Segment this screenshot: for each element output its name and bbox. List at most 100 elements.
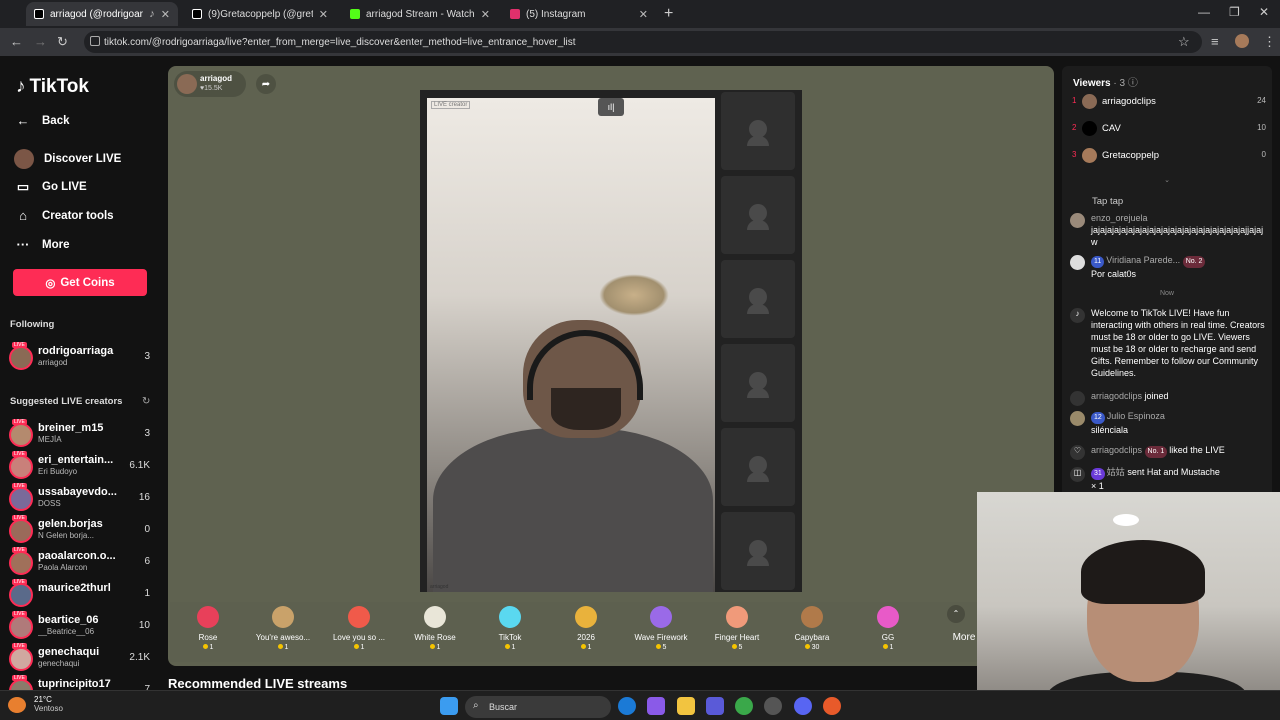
gift-price: 1 — [476, 644, 544, 651]
chat-text: Por calat0s — [1091, 269, 1137, 279]
following-item[interactable]: LIVE rodrigoarriaga arriagod 3 — [9, 342, 154, 375]
teams-icon[interactable] — [706, 697, 724, 715]
chevron-down-icon[interactable]: ⌄ — [1062, 176, 1272, 184]
gift-white-rose[interactable]: White Rose 1 — [401, 604, 469, 651]
viewer-row[interactable]: 2 CAV 10 — [1072, 121, 1268, 137]
close-icon[interactable]: ✕ — [481, 8, 490, 21]
reload-icon[interactable]: ↻ — [57, 34, 68, 50]
gift-capybara[interactable]: Capybara 30 — [778, 604, 846, 651]
stream-video[interactable]: LIVE creator arriagod — [427, 98, 715, 592]
chat-user[interactable]: arriagodclips — [1091, 391, 1142, 401]
suggested-item[interactable]: LIVE paoalarcon.o... Paola Alarcon 6 — [9, 547, 154, 580]
close-icon[interactable]: ✕ — [161, 8, 170, 21]
chat-user[interactable]: 姑姑 — [1107, 467, 1125, 477]
gift-price: 5 — [627, 644, 695, 651]
guest-slot[interactable] — [721, 512, 795, 590]
settings-app-icon[interactable] — [764, 697, 782, 715]
gift-youre-awesome[interactable]: You're aweso... 1 — [249, 604, 317, 651]
gift-love-you[interactable]: Love you so ... 1 — [325, 604, 393, 651]
reading-list-icon[interactable]: ≡ — [1211, 34, 1219, 49]
guest-slot[interactable] — [721, 92, 795, 170]
menu-dots-icon[interactable]: ⋮ — [1263, 34, 1276, 50]
gift-wave-firework[interactable]: Wave Firework 5 — [627, 604, 695, 651]
speaker-icon[interactable]: ♪ — [149, 8, 155, 20]
guest-slot[interactable] — [721, 176, 795, 254]
nav-go-live[interactable]: ▭ Go LIVE — [14, 179, 87, 195]
maximize-icon[interactable]: ❐ — [1229, 5, 1240, 19]
chat-user[interactable]: enzo_orejuela — [1091, 212, 1266, 224]
suggested-item[interactable]: LIVE breiner_m15 MEJÍA 3 — [9, 419, 154, 452]
close-window-icon[interactable]: ✕ — [1259, 5, 1269, 19]
suggested-item[interactable]: LIVE beartice_06 __Beatrice__06 10 — [9, 611, 154, 644]
suggested-item[interactable]: LIVE tuprincipito17 7 — [9, 675, 154, 690]
nav-creator-tools[interactable]: ⌂ Creator tools — [14, 208, 114, 223]
tab-title: arriagod Stream - Watch Live o — [366, 8, 475, 20]
viewers-heading[interactable]: Viewers · 3 ⓘ — [1073, 74, 1138, 89]
app-icon[interactable] — [823, 697, 841, 715]
live-badge: LIVE — [12, 451, 27, 457]
chevron-up-icon[interactable]: ⌃ — [947, 605, 965, 623]
audio-bars-icon[interactable]: ıl| — [598, 98, 624, 116]
url-field[interactable]: tiktok.com/@rodrigoarriaga/live?enter_fr… — [84, 31, 1202, 53]
stream-stage[interactable]: LIVE creator arriagod ıl| — [420, 90, 802, 592]
join-message: arriagodclips joined — [1070, 390, 1266, 406]
instagram-icon — [510, 9, 520, 19]
nav-more[interactable]: ··· More — [14, 237, 70, 252]
suggested-item[interactable]: LIVE genechaqui genechaqui 2.1K — [9, 643, 154, 676]
bookmark-star-icon[interactable]: ☆ — [1178, 34, 1190, 50]
refresh-icon[interactable]: ↻ — [142, 396, 150, 407]
nav-label: Go LIVE — [42, 181, 87, 193]
live-badge: LIVE — [12, 547, 27, 553]
minimize-icon[interactable]: — — [1198, 5, 1210, 19]
suggested-item[interactable]: LIVE maurice2thurl 1 — [9, 579, 154, 612]
gift-2026[interactable]: 2026 1 — [552, 604, 620, 651]
tiktok-logo[interactable]: ♪ TikTok — [16, 76, 89, 98]
guest-slot[interactable] — [721, 428, 795, 506]
gift-gg[interactable]: GG 1 — [854, 604, 922, 651]
weather-icon[interactable] — [8, 697, 26, 713]
gift-rose[interactable]: Rose 1 — [174, 604, 242, 651]
profile-avatar[interactable] — [1235, 34, 1249, 48]
file-explorer-icon[interactable] — [677, 697, 695, 715]
tab-arriagod-tiktok[interactable]: arriagod (@rodrigoarriaga ♪ ✕ — [26, 2, 178, 26]
tab-instagram[interactable]: (5) Instagram ✕ — [502, 2, 656, 26]
chat-user[interactable]: arriagodclips — [1091, 445, 1142, 455]
2026-gift-icon — [575, 606, 597, 628]
forward-arrow-icon[interactable]: → — [34, 34, 47, 49]
close-icon[interactable]: ✕ — [319, 8, 328, 21]
get-coins-button[interactable]: ◎ Get Coins — [13, 269, 147, 296]
chat-user[interactable]: Julio Espinoza — [1107, 411, 1165, 421]
viewer-row[interactable]: 3 Gretacoppelp 0 — [1072, 148, 1268, 164]
suggested-item[interactable]: LIVE eri_entertain... Eri Budoyo 6.1K — [9, 451, 154, 484]
chat-user[interactable]: Viridiana Parede... — [1106, 255, 1180, 265]
suggested-item[interactable]: LIVE ussabayevdo... DOSS 16 — [9, 483, 154, 516]
host-info[interactable]: arriagod ♥15.5K — [174, 71, 246, 97]
heart-gift-icon — [348, 606, 370, 628]
tab-gretacoppelp-tiktok[interactable]: (9)Gretacoppelp (@gretacoppe ✕ — [184, 2, 336, 26]
creator-name: beartice_06 — [38, 614, 99, 626]
taskbar-search[interactable]: ⌕ Buscar — [465, 696, 611, 718]
weather-widget[interactable]: 21°C Ventoso — [34, 695, 63, 713]
nav-discover-live[interactable]: Discover LIVE — [14, 149, 121, 169]
back-arrow-icon[interactable]: ← — [10, 34, 23, 49]
edge-icon[interactable] — [618, 697, 636, 715]
guest-slot[interactable] — [721, 260, 795, 338]
gift-tiktok[interactable]: TikTok 1 — [476, 604, 544, 651]
gift-price: 1 — [174, 644, 242, 651]
viewer-row[interactable]: 1 arriagodclips 24 — [1072, 94, 1268, 110]
tab-kick-stream[interactable]: arriagod Stream - Watch Live o ✕ — [342, 2, 498, 26]
new-tab-button[interactable]: + — [664, 5, 673, 23]
gift-finger-heart[interactable]: Finger Heart 5 — [703, 604, 771, 651]
windows-start-icon[interactable] — [440, 697, 458, 715]
copilot-icon[interactable] — [647, 697, 665, 715]
share-icon[interactable]: ➦ — [256, 74, 276, 94]
gift-name: Capybara — [794, 633, 830, 642]
guest-slot[interactable] — [721, 344, 795, 422]
info-icon[interactable]: ⓘ — [1128, 78, 1138, 89]
nav-back[interactable]: ← Back — [14, 113, 70, 128]
close-icon[interactable]: ✕ — [639, 8, 648, 21]
suggested-item[interactable]: LIVE gelen.borjas N Gelen borja... 0 — [9, 515, 154, 548]
discord-icon[interactable] — [794, 697, 812, 715]
chrome-icon[interactable] — [735, 697, 753, 715]
site-info-icon[interactable] — [90, 36, 100, 46]
